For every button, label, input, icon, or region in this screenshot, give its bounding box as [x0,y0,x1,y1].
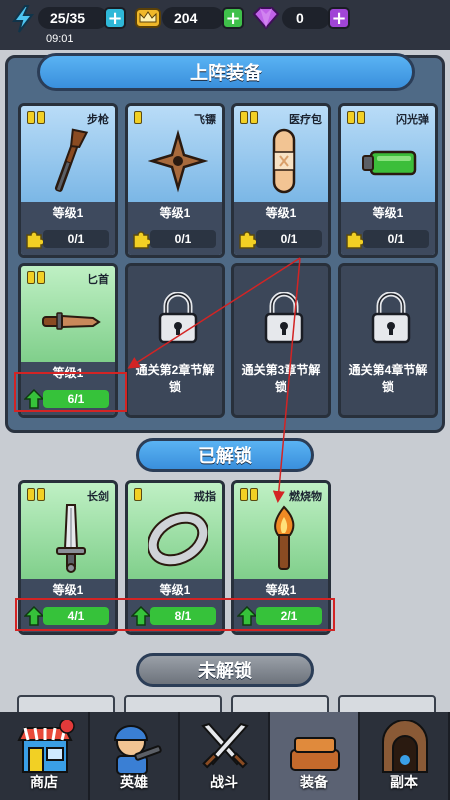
crown-counter: 204 [162,7,224,29]
battery-icon [361,126,421,196]
nav-tab-label: 商店 [30,774,58,790]
lightning-icon [12,5,35,33]
rarity-indicator [27,111,45,124]
highlight-box [14,372,127,412]
progress-text: 0/1 [174,232,192,246]
equipped-title-text: 上阵装备 [190,63,262,83]
progress-text: 0/1 [387,232,405,246]
locked-equipment-slot[interactable]: 通关第3章节解锁 [231,263,331,418]
item-name: 闪光弹 [396,114,429,126]
nav-tab-label: 副本 [390,774,418,790]
status-bar: 25/35 + 204 + 0 + 09:01 [0,0,450,50]
gem-counter: 0 [282,7,330,29]
item-name: 戒指 [194,491,216,503]
equipment-card[interactable]: 医疗包等级1 0/1 [231,103,331,258]
ring-icon [146,503,210,573]
unlocked-title-text: 已解锁 [198,446,252,466]
item-level: 等级1 [128,202,222,224]
padlock-icon [156,291,200,344]
equipment-card[interactable]: 飞镖等级1 0/1 [125,103,225,258]
puzzle-piece-icon [239,231,257,249]
energy-counter: 25/35 [38,7,108,29]
nav-tab-label: 装备 [300,774,328,790]
rarity-indicator [240,111,258,124]
rarity-indicator [347,111,365,124]
add-gems-button[interactable]: + [328,7,350,29]
hero-icon [105,720,165,776]
rarity-indicator [27,271,45,284]
equipped-section-title: 上阵装备 [37,53,415,91]
equipment-card[interactable]: 闪光弹等级1 0/1 [338,103,438,258]
crown-value: 204 [174,10,198,26]
item-level: 等级1 [234,202,328,224]
progress-text: 0/1 [280,232,298,246]
item-name: 医疗包 [289,114,322,126]
progress-bar: 0/1 [21,224,115,255]
padlock-icon [262,291,306,344]
rarity-indicator [27,488,45,501]
item-name: 长剑 [87,491,109,503]
progress-track: 0/1 [363,230,429,248]
dagger-icon [41,286,101,356]
progress-track: 0/1 [43,230,109,248]
progress-bar: 0/1 [128,224,222,255]
equipment-card[interactable]: 步枪等级1 0/1 [18,103,118,258]
locked-title-text: 未解锁 [198,661,252,681]
item-name: 步枪 [87,114,109,126]
nav-tab-label: 英雄 [120,774,148,790]
shop-icon [15,718,75,776]
unlocked-section-title: 已解锁 [136,438,314,472]
locked-equipment-slot[interactable]: 通关第4章节解锁 [338,263,438,418]
progress-text: 0/1 [67,232,85,246]
nav-tab-1[interactable]: 商店 [0,712,90,800]
nav-tab-3[interactable]: 战斗 [180,712,270,800]
crossed-swords-icon [195,720,255,776]
item-level: 等级1 [341,202,435,224]
puzzle-piece-icon [133,231,151,249]
nav-tab-2[interactable]: 英雄 [90,712,180,800]
rarity-indicator [134,488,142,501]
rarity-indicator [134,111,142,124]
unlock-requirement-text: 通关第2章节解锁 [135,363,215,394]
progress-bar: 0/1 [341,224,435,255]
item-name: 飞镖 [194,114,216,126]
crown-icon [135,8,161,28]
progress-track: 0/1 [150,230,216,248]
item-name: 燃烧物 [289,491,322,503]
progress-track: 0/1 [256,230,322,248]
rarity-indicator [240,488,258,501]
locked-section-title: 未解锁 [136,653,314,687]
progress-bar: 0/1 [234,224,328,255]
item-name: 匕首 [87,274,109,286]
locked-equipment-slot[interactable]: 通关第2章节解锁 [125,263,225,418]
shuriken-icon [147,126,209,196]
padlock-icon [369,291,413,344]
bandage-icon [254,126,314,196]
add-energy-button[interactable]: + [104,7,126,29]
nav-tab-label: 战斗 [210,774,238,790]
gem-value: 0 [296,10,304,26]
nav-tab-4[interactable]: 装备 [270,712,360,800]
puzzle-piece-icon [26,231,44,249]
unlock-requirement-text: 通关第3章节解锁 [241,363,321,394]
highlight-box [15,598,335,631]
torch-icon [254,503,314,573]
puzzle-piece-icon [346,231,364,249]
gem-icon [252,7,280,30]
energy-value: 25/35 [50,10,86,26]
nav-tab-5[interactable]: 副本 [360,712,450,800]
equipment-icon [285,720,345,776]
dungeon-icon [375,719,435,776]
sword-icon [41,503,101,573]
item-level: 等级1 [21,202,115,224]
clock-time: 09:01 [46,33,74,45]
unlock-requirement-text: 通关第4章节解锁 [348,363,428,394]
bottom-navigation: 商店 英雄 战斗 装备 副本 [0,712,450,800]
add-crowns-button[interactable]: + [222,7,244,29]
rifle-icon [41,126,101,196]
